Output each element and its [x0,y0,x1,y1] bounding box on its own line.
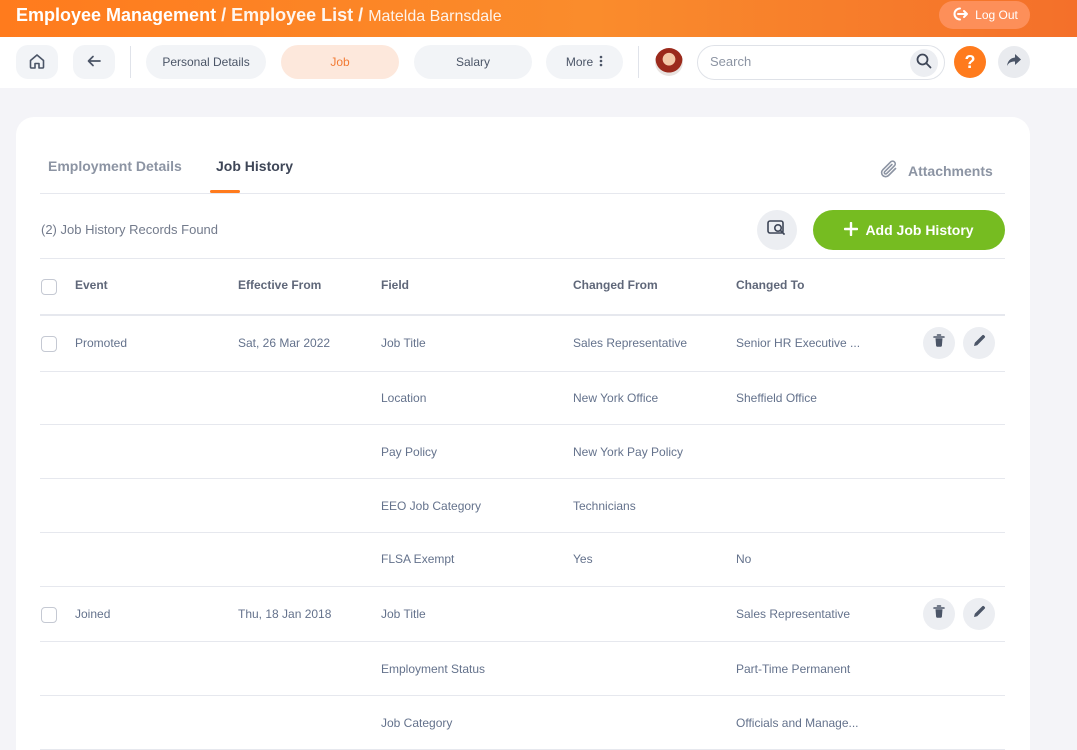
add-job-history-label: Add Job History [865,222,974,238]
share-icon [1006,53,1022,72]
row-divider [40,586,1005,587]
search-box [697,45,945,80]
breadcrumb: Employee Management / Employee List / Ma… [16,5,502,26]
changed-from-cell: Technicians [573,499,636,513]
logout-icon [951,6,969,25]
help-button[interactable]: ? [954,46,986,78]
column-header-effective-from: Effective From [238,278,322,292]
attachments-label: Attachments [908,162,993,179]
paperclip-icon [878,158,900,183]
edit-button[interactable] [963,598,995,630]
effective-from-cell: Sat, 26 Mar 2022 [238,336,331,350]
tab-job[interactable]: Job [281,45,399,79]
search-icon [916,53,932,74]
trash-icon [933,334,945,352]
tab-personal-details[interactable]: Personal Details [146,45,266,79]
row-divider [40,641,1005,642]
row-divider [40,424,1005,425]
row-divider [40,371,1005,372]
breadcrumb-separator: / [221,5,227,25]
changed-to-cell: Sheffield Office [736,391,817,405]
changed-to-cell: Sales Representative [736,607,851,621]
pencil-icon [973,334,986,352]
top-header: Employee Management / Employee List / Ma… [0,0,1077,37]
logout-label: Log Out [975,8,1018,22]
row-checkbox[interactable] [41,336,57,352]
changed-to-cell: Officials and Manage... [736,716,859,730]
pencil-icon [973,605,986,623]
breadcrumb-module[interactable]: Employee Management [16,5,216,25]
search-button[interactable] [910,49,938,77]
effective-from-cell: Thu, 18 Jan 2018 [238,607,332,621]
tab-job-history[interactable]: Job History [216,158,293,174]
field-cell: FLSA Exempt [381,552,455,566]
event-cell: Promoted [75,336,128,350]
tab-label: Job [330,55,350,69]
divider [40,193,1005,194]
row-divider [40,478,1005,479]
field-cell: Employment Status [381,662,486,676]
breadcrumb-employee-name: Matelda Barnsdale [368,8,502,25]
logout-button[interactable]: Log Out [939,1,1030,29]
tab-label: Personal Details [162,55,250,69]
changed-from-cell: New York Office [573,391,659,405]
plus-icon [844,221,859,239]
tab-salary[interactable]: Salary [414,45,532,79]
delete-button[interactable] [923,598,955,630]
changed-to-cell: No [736,552,752,566]
records-count: (2) Job History Records Found [41,222,219,237]
changed-from-cell: New York Pay Policy [573,445,684,459]
home-button[interactable] [16,45,58,79]
column-header-changed-to: Changed To [736,278,805,292]
changed-from-cell: Yes [573,552,593,566]
avatar[interactable] [655,48,683,76]
search-input[interactable] [710,54,900,69]
employee-nav-bar: Personal Details Job Salary More ? [0,37,1077,88]
field-cell: Job Title [381,336,426,350]
help-icon: ? [964,51,976,72]
field-cell: Job Category [381,716,453,730]
field-cell: Pay Policy [381,445,438,459]
column-header-event: Event [75,278,108,292]
tab-label: More [565,55,594,69]
filter-button[interactable] [757,210,797,250]
nav-divider [130,46,131,78]
tab-employment-details[interactable]: Employment Details [48,158,182,174]
column-header-changed-from: Changed From [573,278,658,292]
changed-from-cell: Sales Representative [573,336,688,350]
more-menu-button[interactable]: More [546,45,623,79]
breadcrumb-separator: / [358,5,364,25]
attachments-button[interactable]: Attachments [878,158,993,183]
field-cell: EEO Job Category [381,499,482,513]
table-header-divider [40,314,1005,316]
changed-to-cell: Senior HR Executive ... [736,336,861,350]
home-icon [28,52,46,73]
row-divider [40,532,1005,533]
tab-label: Salary [455,55,490,69]
share-button[interactable] [998,46,1030,78]
edit-button[interactable] [963,327,995,359]
event-cell: Joined [75,607,111,621]
search-filter-icon [767,219,787,242]
field-cell: Location [381,391,427,405]
nav-divider [638,46,639,78]
column-header-field: Field [381,278,410,292]
job-history-card: Employment Details Job History Attachmen… [16,117,1030,750]
row-checkbox[interactable] [41,607,57,623]
breadcrumb-employee-list[interactable]: Employee List [231,5,353,25]
add-job-history-button[interactable]: Add Job History [813,210,1005,250]
divider [40,258,1005,259]
field-cell: Job Title [381,607,426,621]
delete-button[interactable] [923,327,955,359]
more-vertical-icon [599,55,603,70]
row-divider [40,695,1005,696]
select-all-checkbox[interactable] [41,279,57,295]
trash-icon [933,605,945,623]
arrow-left-icon [86,53,102,72]
changed-to-cell: Part-Time Permanent [736,662,851,676]
back-button[interactable] [73,45,115,79]
